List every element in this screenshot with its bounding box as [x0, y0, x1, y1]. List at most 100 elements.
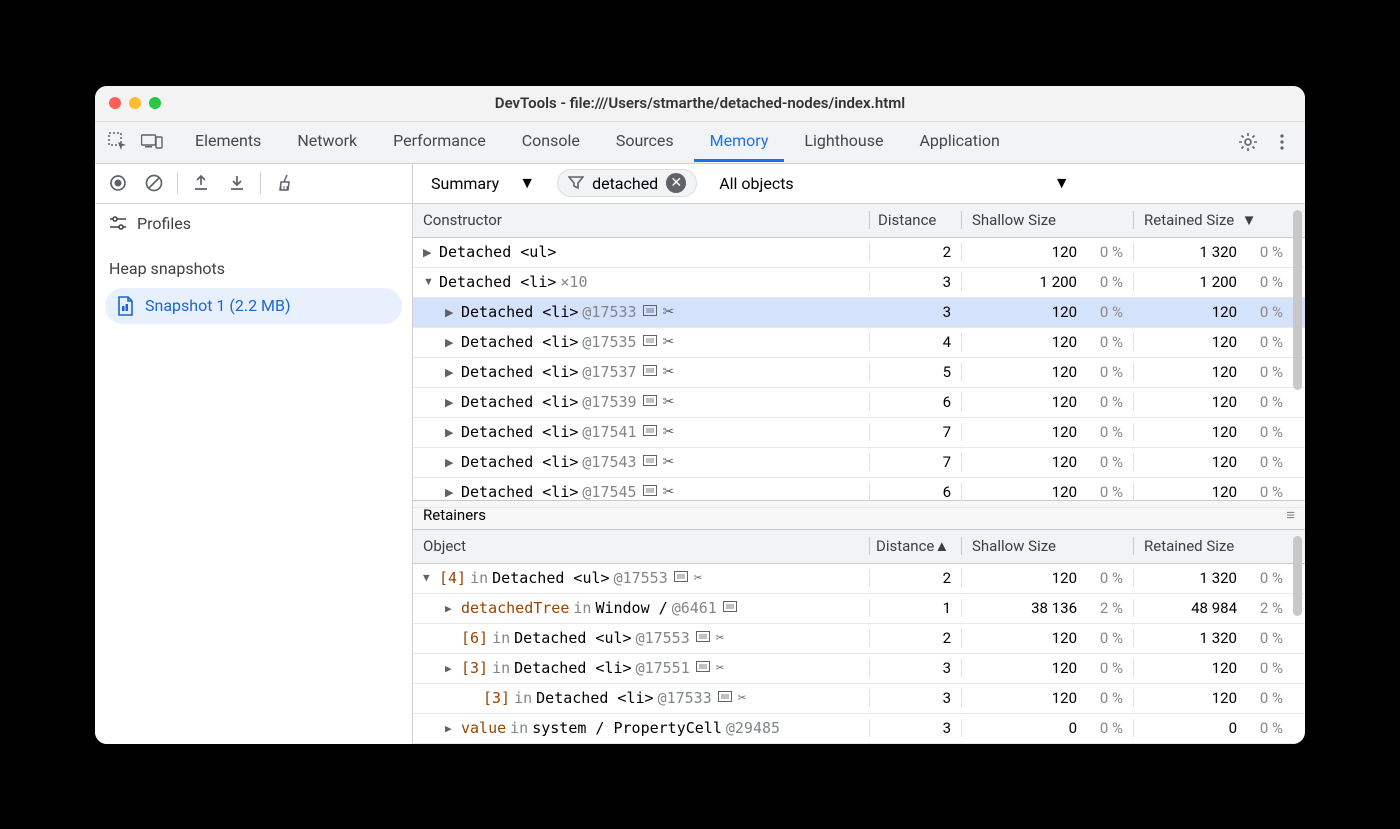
zoom-window-icon[interactable] — [149, 97, 161, 109]
constructor-row[interactable]: ▶Detached <ul>21200 %1 3200 % — [413, 238, 1305, 268]
constructor-row[interactable]: ▶Detached <li> @17539 ✂61200 %1200 % — [413, 388, 1305, 418]
element-box-icon — [718, 690, 732, 706]
tab-elements[interactable]: Elements — [179, 122, 277, 162]
constructor-row[interactable]: ▶Detached <li> @17533 ✂31200 %1200 % — [413, 298, 1305, 328]
retainer-row[interactable]: [6] in Detached <ul> @17553 ✂21200 %1 32… — [413, 624, 1305, 654]
property-name: [3] — [461, 659, 488, 677]
scrollbar[interactable] — [1293, 534, 1303, 724]
constructor-row[interactable]: ▶Detached <li> @17545 ✂61200 %1200 % — [413, 478, 1305, 508]
expand-right-icon[interactable]: ▶ — [445, 336, 457, 349]
hamburger-icon[interactable]: ≡ — [1286, 506, 1295, 524]
clear-filter-icon[interactable]: ✕ — [666, 173, 686, 193]
element-box-icon — [643, 394, 657, 410]
snapshot-item[interactable]: Snapshot 1 (2.2 MB) — [105, 288, 402, 324]
retained-pct: 0 % — [1237, 719, 1283, 737]
retainer-row[interactable]: ▼[4] in Detached <ul> @17553 ✂21200 %1 3… — [413, 564, 1305, 594]
profiles-section[interactable]: Profiles — [95, 204, 412, 243]
download-icon[interactable] — [220, 166, 254, 200]
shallow-value: 120 — [962, 629, 1077, 647]
device-toolbar-icon[interactable] — [135, 125, 169, 159]
tab-network[interactable]: Network — [281, 122, 373, 162]
expand-down-icon[interactable]: ▼ — [423, 571, 435, 584]
col-distance[interactable]: Distance — [869, 211, 961, 229]
snapshot-size: (2.2 MB) — [229, 296, 290, 315]
constructor-suffix: ×10 — [560, 273, 587, 291]
expand-right-icon[interactable]: ▶ — [423, 246, 435, 259]
tab-sources[interactable]: Sources — [600, 122, 690, 162]
expand-right-icon[interactable]: ▶ — [445, 426, 457, 439]
shallow-pct: 2 % — [1077, 599, 1123, 617]
shallow-pct: 0 % — [1077, 243, 1123, 261]
retainer-row[interactable]: ▶value in system / PropertyCell @2948530… — [413, 714, 1305, 744]
scrollbar[interactable] — [1293, 208, 1303, 496]
col-object[interactable]: Object — [413, 537, 869, 555]
scissors-icon: ✂ — [738, 690, 746, 706]
object-id: @17533 — [658, 689, 712, 707]
expand-right-icon[interactable]: ▶ — [445, 366, 457, 379]
col-constructor[interactable]: Constructor — [413, 211, 869, 229]
view-dropdown[interactable]: Summary ▼ — [423, 169, 543, 197]
main-panel: Summary ▼ detached ✕ All objects ▼ Const… — [413, 164, 1305, 744]
constructor-row[interactable]: ▶Detached <li> @17543 ✂71200 %1200 % — [413, 448, 1305, 478]
close-window-icon[interactable] — [109, 97, 121, 109]
property-name: [3] — [483, 689, 510, 707]
devtools-window: DevTools - file:///Users/stmarthe/detach… — [95, 86, 1305, 744]
minimize-window-icon[interactable] — [129, 97, 141, 109]
record-icon[interactable] — [101, 166, 135, 200]
retainer-object: Detached <ul> — [514, 629, 631, 647]
expand-right-icon[interactable]: ▶ — [445, 486, 457, 499]
scissors-icon: ✂ — [716, 630, 724, 646]
expand-down-icon[interactable]: ▼ — [423, 275, 435, 288]
distance-value: 7 — [869, 453, 961, 471]
expand-right-icon[interactable]: ▶ — [445, 306, 457, 319]
tab-performance[interactable]: Performance — [377, 122, 502, 162]
expand-right-icon[interactable]: ▶ — [445, 456, 457, 469]
constructor-row[interactable]: ▶Detached <li> @17541 ✂71200 %1200 % — [413, 418, 1305, 448]
shallow-value: 120 — [962, 243, 1077, 261]
expand-right-icon[interactable]: ▶ — [445, 722, 457, 735]
window-title: DevTools - file:///Users/stmarthe/detach… — [95, 94, 1305, 112]
retained-value: 1 320 — [1134, 629, 1237, 647]
retained-pct: 0 % — [1237, 569, 1283, 587]
col-shallow-size[interactable]: Shallow Size — [961, 211, 1133, 229]
tab-console[interactable]: Console — [506, 122, 596, 162]
expand-right-icon[interactable]: ▶ — [445, 662, 457, 675]
retainer-row[interactable]: ▶[3] in Detached <li> @17551 ✂31200 %120… — [413, 654, 1305, 684]
chevron-down-icon: ▼ — [1054, 173, 1070, 193]
clear-icon[interactable] — [137, 166, 171, 200]
tab-lighthouse[interactable]: Lighthouse — [788, 122, 899, 162]
scissors-icon: ✂ — [663, 304, 675, 320]
inspect-element-icon[interactable] — [101, 125, 135, 159]
heap-snapshots-heading: Heap snapshots — [95, 243, 412, 284]
constructor-row[interactable]: ▼Detached <li> ×1031 2000 %1 2000 % — [413, 268, 1305, 298]
distance-value: 2 — [869, 243, 961, 261]
tab-memory[interactable]: Memory — [694, 122, 785, 162]
settings-icon[interactable] — [1231, 125, 1265, 159]
upload-icon[interactable] — [184, 166, 218, 200]
shallow-pct: 0 % — [1077, 569, 1123, 587]
constructor-row[interactable]: ▶Detached <li> @17535 ✂41200 %1200 % — [413, 328, 1305, 358]
class-filter-input[interactable]: detached ✕ — [557, 169, 697, 197]
retained-value: 120 — [1134, 363, 1237, 381]
more-icon[interactable] — [1265, 125, 1299, 159]
gc-broom-icon[interactable] — [267, 166, 301, 200]
expand-right-icon[interactable]: ▶ — [445, 396, 457, 409]
tab-application[interactable]: Application — [903, 122, 1015, 162]
distance-value: 3 — [869, 273, 961, 291]
retained-pct: 0 % — [1237, 393, 1283, 411]
col-shallow-size[interactable]: Shallow Size — [961, 537, 1133, 555]
col-distance[interactable]: Distance▲ — [869, 537, 961, 555]
shallow-pct: 0 % — [1077, 423, 1123, 441]
retained-pct: 0 % — [1237, 423, 1283, 441]
objects-scope-dropdown[interactable]: All objects ▼ — [711, 169, 1077, 197]
constructor-suffix: @17537 — [582, 363, 636, 381]
shallow-pct: 0 % — [1077, 303, 1123, 321]
retainer-row[interactable]: ▶detachedTree in Window / @6461 138 1362… — [413, 594, 1305, 624]
retainer-row[interactable]: [3] in Detached <li> @17533 ✂31200 %1200… — [413, 684, 1305, 714]
col-retained-size[interactable]: Retained Size ▼ — [1133, 211, 1305, 229]
col-retained-size[interactable]: Retained Size — [1133, 537, 1305, 555]
distance-value: 7 — [869, 423, 961, 441]
constructor-row[interactable]: ▶Detached <li> @17537 ✂51200 %1200 % — [413, 358, 1305, 388]
property-name: [4] — [439, 569, 466, 587]
expand-right-icon[interactable]: ▶ — [445, 602, 457, 615]
